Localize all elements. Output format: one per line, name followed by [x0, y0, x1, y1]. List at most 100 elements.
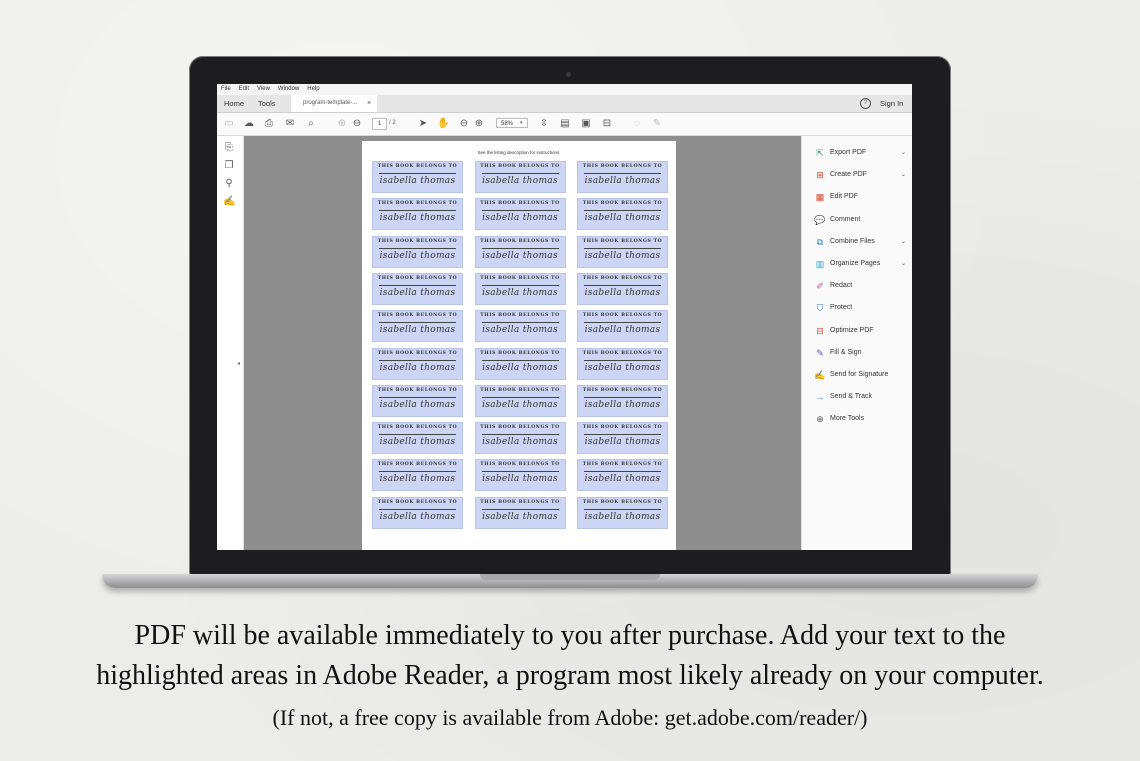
zoom-in-icon[interactable]: ⊕ [473, 118, 485, 129]
label-name-text[interactable]: isabella thomas [373, 400, 462, 410]
zoom-out-icon[interactable]: ⊖ [458, 118, 470, 129]
upload-icon[interactable]: ☁ [243, 118, 255, 129]
name-label[interactable]: THIS BOOK BELONGS TO isabella thomas [577, 384, 668, 417]
label-name-text[interactable]: isabella thomas [373, 325, 462, 335]
tool-fill-sign[interactable]: ✎ Fill & Sign [814, 346, 909, 360]
label-name-text[interactable]: isabella thomas [476, 437, 565, 447]
fullscreen-icon[interactable]: ▣ [580, 118, 592, 129]
name-label[interactable]: THIS BOOK BELONGS TO isabella thomas [372, 496, 463, 529]
name-label[interactable]: THIS BOOK BELONGS TO isabella thomas [372, 198, 463, 231]
label-name-text[interactable]: isabella thomas [373, 213, 462, 223]
tool-redact[interactable]: ✐ Redact [814, 279, 909, 293]
name-label[interactable]: THIS BOOK BELONGS TO isabella thomas [372, 347, 463, 380]
label-name-text[interactable]: isabella thomas [578, 213, 667, 223]
label-name-text[interactable]: isabella thomas [373, 363, 462, 373]
name-label[interactable]: THIS BOOK BELONGS TO isabella thomas [577, 235, 668, 268]
name-label[interactable]: THIS BOOK BELONGS TO isabella thomas [474, 161, 566, 193]
chevron-down-icon[interactable]: ⌄ [901, 146, 906, 160]
chevron-down-icon[interactable]: ⌄ [901, 257, 906, 271]
page-up-icon[interactable]: ⊕ [336, 118, 348, 129]
name-label[interactable]: THIS BOOK BELONGS TO isabella thomas [372, 235, 463, 268]
label-name-text[interactable]: isabella thomas [373, 288, 462, 298]
label-name-text[interactable]: isabella thomas [476, 512, 565, 522]
name-label[interactable]: THIS BOOK BELONGS TO isabella thomas [577, 310, 668, 343]
page-down-icon[interactable]: ⊖ [351, 118, 363, 129]
name-label[interactable]: THIS BOOK BELONGS TO isabella thomas [372, 310, 463, 343]
tool-combine-files[interactable]: ⧉ Combine Files ⌄ [814, 235, 909, 249]
tool-more-tools[interactable]: ⊕ More Tools [814, 412, 909, 426]
label-name-text[interactable]: isabella thomas [578, 400, 667, 410]
signature-icon[interactable]: ✍ [223, 196, 235, 207]
label-name-text[interactable]: isabella thomas [476, 400, 565, 410]
chevron-down-icon[interactable]: ⌄ [901, 235, 906, 249]
tab-document[interactable]: program-template-... [291, 95, 377, 112]
scroll-mode-icon[interactable]: ▤ [559, 118, 571, 129]
page-thumbnails-icon[interactable]: ⎘ [223, 142, 235, 153]
label-name-text[interactable]: isabella thomas [578, 437, 667, 447]
attachment-icon[interactable]: ⚲ [223, 178, 235, 189]
sign-in-button[interactable]: Sign In [880, 95, 903, 112]
label-name-text[interactable]: isabella thomas [373, 474, 462, 484]
label-name-text[interactable]: isabella thomas [578, 251, 667, 261]
read-mode-icon[interactable]: ⊟ [601, 118, 613, 129]
label-name-text[interactable]: isabella thomas [476, 325, 565, 335]
collapse-arrow-icon[interactable]: ◂ [237, 360, 240, 367]
name-label[interactable]: THIS BOOK BELONGS TO isabella thomas [474, 235, 566, 268]
chevron-down-icon[interactable]: ▾ [520, 118, 523, 129]
name-label[interactable]: THIS BOOK BELONGS TO isabella thomas [372, 422, 463, 455]
name-label[interactable]: THIS BOOK BELONGS TO isabella thomas [372, 272, 463, 305]
label-name-text[interactable]: isabella thomas [476, 213, 565, 223]
name-label[interactable]: THIS BOOK BELONGS TO isabella thomas [577, 422, 668, 455]
chevron-down-icon[interactable]: ⌄ [901, 168, 906, 182]
page-number-input[interactable]: 1 [372, 118, 387, 130]
pen-icon[interactable]: ✎ [651, 118, 663, 129]
save-icon[interactable]: ▭ [223, 118, 235, 129]
label-name-text[interactable]: isabella thomas [476, 474, 565, 484]
name-label[interactable]: THIS BOOK BELONGS TO isabella thomas [577, 198, 668, 231]
tool-optimize-pdf[interactable]: ⊟ Optimize PDF [814, 324, 909, 338]
name-label[interactable]: THIS BOOK BELONGS TO isabella thomas [474, 422, 566, 455]
name-label[interactable]: THIS BOOK BELONGS TO isabella thomas [372, 384, 463, 417]
zoom-select[interactable]: 58% [496, 118, 528, 128]
name-label[interactable]: THIS BOOK BELONGS TO isabella thomas [577, 161, 668, 193]
name-label[interactable]: THIS BOOK BELONGS TO isabella thomas [577, 272, 668, 305]
document-canvas[interactable]: See the listing description for instruct… [244, 136, 801, 550]
name-label[interactable]: THIS BOOK BELONGS TO isabella thomas [474, 459, 566, 492]
label-name-text[interactable]: isabella thomas [373, 251, 462, 261]
name-label[interactable]: THIS BOOK BELONGS TO isabella thomas [474, 198, 566, 231]
label-name-text[interactable]: isabella thomas [578, 363, 667, 373]
name-label[interactable]: THIS BOOK BELONGS TO isabella thomas [577, 459, 668, 492]
copy-icon[interactable]: ❐ [223, 160, 235, 171]
tool-create-pdf[interactable]: ⊞ Create PDF ⌄ [814, 168, 909, 182]
print-icon[interactable]: ⎙ [263, 118, 275, 129]
comment-icon[interactable]: ◌ [631, 118, 643, 129]
label-name-text[interactable]: isabella thomas [578, 325, 667, 335]
label-name-text[interactable]: isabella thomas [373, 512, 462, 522]
name-label[interactable]: THIS BOOK BELONGS TO isabella thomas [474, 347, 566, 380]
menu-edit[interactable]: Edit [239, 84, 249, 95]
fit-page-icon[interactable]: ⇳ [538, 118, 550, 129]
tool-protect[interactable]: ⛉ Protect [814, 301, 909, 315]
menu-view[interactable]: View [257, 84, 270, 95]
tool-export-pdf[interactable]: ⇱ Export PDF ⌄ [814, 146, 909, 160]
name-label[interactable]: THIS BOOK BELONGS TO isabella thomas [474, 384, 566, 417]
label-name-text[interactable]: isabella thomas [476, 363, 565, 373]
name-label[interactable]: THIS BOOK BELONGS TO isabella thomas [372, 161, 463, 193]
label-name-text[interactable]: isabella thomas [476, 288, 565, 298]
label-name-text[interactable]: isabella thomas [578, 176, 667, 186]
menu-file[interactable]: File [221, 84, 231, 95]
label-name-text[interactable]: isabella thomas [578, 512, 667, 522]
close-icon[interactable]: × [367, 95, 371, 112]
label-name-text[interactable]: isabella thomas [578, 474, 667, 484]
tool-send-signature[interactable]: ✍ Send for Signature [814, 368, 909, 382]
help-icon[interactable]: ? [860, 98, 871, 109]
label-name-text[interactable]: isabella thomas [373, 437, 462, 447]
search-icon[interactable]: ⌕ [305, 118, 317, 129]
tool-edit-pdf[interactable]: ▦ Edit PDF [814, 190, 909, 204]
menu-window[interactable]: Window [278, 84, 299, 95]
tab-tools[interactable]: Tools [258, 95, 276, 112]
label-name-text[interactable]: isabella thomas [476, 251, 565, 261]
name-label[interactable]: THIS BOOK BELONGS TO isabella thomas [577, 347, 668, 380]
name-label[interactable]: THIS BOOK BELONGS TO isabella thomas [474, 310, 566, 343]
name-label[interactable]: THIS BOOK BELONGS TO isabella thomas [577, 496, 668, 529]
